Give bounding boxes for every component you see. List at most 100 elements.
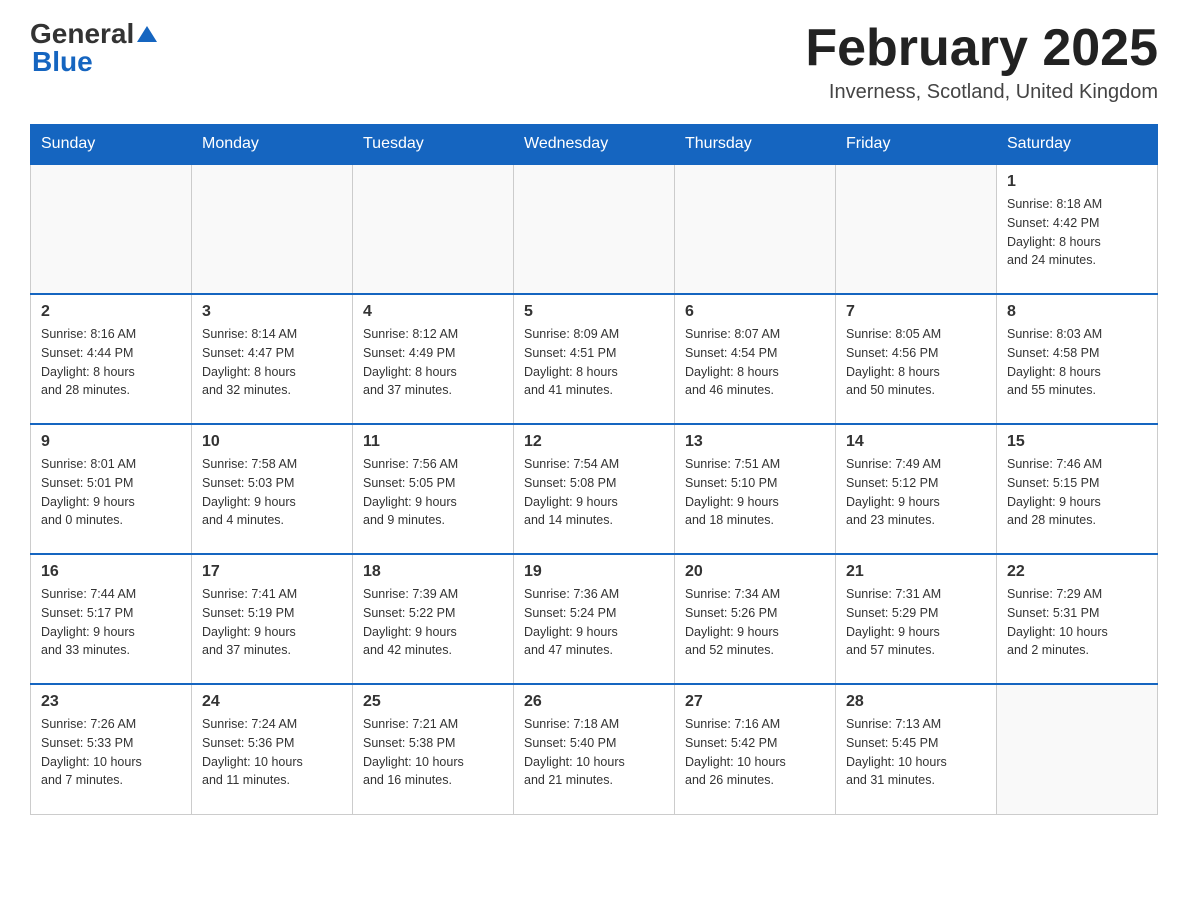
day-number: 27 [685,693,825,711]
calendar-cell: 9Sunrise: 8:01 AMSunset: 5:01 PMDaylight… [31,424,192,554]
calendar-cell [353,164,514,294]
day-number: 17 [202,563,342,581]
calendar-cell: 11 Sunrise: 7:56 AMSunset: 5:05 PMDayligh… [353,424,514,554]
calendar-week-row: 1Sunrise: 8:18 AMSunset: 4:42 PMDaylight… [31,164,1158,294]
day-info: Sunrise: 7:13 AMSunset: 5:45 PMDaylight:… [846,715,986,790]
day-info: Sunrise: 7:39 AMSunset: 5:22 PMDaylight:… [363,585,503,660]
day-number: 13 [685,433,825,451]
calendar-cell: 8Sunrise: 8:03 AMSunset: 4:58 PMDaylight… [997,294,1158,424]
day-number: 12 [524,433,664,451]
calendar-table: SundayMondayTuesdayWednesdayThursdayFrid… [30,124,1158,815]
calendar-cell: 18 Sunrise: 7:39 AMSunset: 5:22 PMDayligh… [353,554,514,684]
weekday-header-thursday: Thursday [675,125,836,165]
day-info: Sunrise: 7:29 AMSunset: 5:31 PMDaylight:… [1007,585,1147,660]
calendar-week-row: 9Sunrise: 8:01 AMSunset: 5:01 PMDaylight… [31,424,1158,554]
day-number: 28 [846,693,986,711]
day-info: Sunrise: 8:14 AMSunset: 4:47 PMDaylight:… [202,325,342,400]
day-number: 22 [1007,563,1147,581]
weekday-header-monday: Monday [192,125,353,165]
day-info: Sunrise: 7:58 AMSunset: 5:03 PMDaylight:… [202,455,342,530]
day-info: Sunrise: 7:49 AMSunset: 5:12 PMDaylight:… [846,455,986,530]
calendar-cell: 26 Sunrise: 7:18 AMSunset: 5:40 PMDayligh… [514,684,675,814]
day-number: 26 [524,693,664,711]
day-number: 14 [846,433,986,451]
day-info: Sunrise: 7:26 AMSunset: 5:33 PMDaylight:… [41,715,181,790]
day-info: Sunrise: 7:18 AMSunset: 5:40 PMDaylight:… [524,715,664,790]
day-number: 23 [41,693,181,711]
day-number: 6 [685,303,825,321]
day-info: Sunrise: 8:01 AMSunset: 5:01 PMDaylight:… [41,455,181,530]
day-info: Sunrise: 7:46 AMSunset: 5:15 PMDaylight:… [1007,455,1147,530]
location-subtitle: Inverness, Scotland, United Kingdom [805,81,1158,104]
day-number: 21 [846,563,986,581]
weekday-header-row: SundayMondayTuesdayWednesdayThursdayFrid… [31,125,1158,165]
day-number: 7 [846,303,986,321]
day-number: 15 [1007,433,1147,451]
calendar-cell: 7 Sunrise: 8:05 AMSunset: 4:56 PMDaylight… [836,294,997,424]
header: General Blue February 2025 Inverness, Sc… [30,20,1158,104]
day-info: Sunrise: 7:51 AMSunset: 5:10 PMDaylight:… [685,455,825,530]
calendar-cell [31,164,192,294]
calendar-cell [192,164,353,294]
calendar-cell: 19 Sunrise: 7:36 AMSunset: 5:24 PMDayligh… [514,554,675,684]
calendar-week-row: 23 Sunrise: 7:26 AMSunset: 5:33 PMDayligh… [31,684,1158,814]
day-number: 24 [202,693,342,711]
day-info: Sunrise: 8:16 AMSunset: 4:44 PMDaylight:… [41,325,181,400]
day-info: Sunrise: 7:34 AMSunset: 5:26 PMDaylight:… [685,585,825,660]
calendar-cell: 14 Sunrise: 7:49 AMSunset: 5:12 PMDayligh… [836,424,997,554]
calendar-cell: 12 Sunrise: 7:54 AMSunset: 5:08 PMDayligh… [514,424,675,554]
weekday-header-wednesday: Wednesday [514,125,675,165]
logo-triangle-icon [137,26,157,42]
day-number: 8 [1007,303,1147,321]
day-number: 10 [202,433,342,451]
calendar-cell: 27 Sunrise: 7:16 AMSunset: 5:42 PMDayligh… [675,684,836,814]
weekday-header-saturday: Saturday [997,125,1158,165]
weekday-header-friday: Friday [836,125,997,165]
calendar-cell: 20 Sunrise: 7:34 AMSunset: 5:26 PMDayligh… [675,554,836,684]
calendar-cell: 25Sunrise: 7:21 AMSunset: 5:38 PMDayligh… [353,684,514,814]
day-number: 1 [1007,173,1147,191]
month-title: February 2025 [805,20,1158,77]
day-info: Sunrise: 7:41 AMSunset: 5:19 PMDaylight:… [202,585,342,660]
day-info: Sunrise: 7:31 AMSunset: 5:29 PMDaylight:… [846,585,986,660]
calendar-cell: 23 Sunrise: 7:26 AMSunset: 5:33 PMDayligh… [31,684,192,814]
calendar-cell: 15 Sunrise: 7:46 AMSunset: 5:15 PMDayligh… [997,424,1158,554]
day-number: 4 [363,303,503,321]
calendar-cell [997,684,1158,814]
logo: General Blue [30,20,157,76]
calendar-cell [514,164,675,294]
calendar-cell: 1Sunrise: 8:18 AMSunset: 4:42 PMDaylight… [997,164,1158,294]
calendar-week-row: 2Sunrise: 8:16 AMSunset: 4:44 PMDaylight… [31,294,1158,424]
day-info: Sunrise: 7:16 AMSunset: 5:42 PMDaylight:… [685,715,825,790]
calendar-week-row: 16Sunrise: 7:44 AMSunset: 5:17 PMDayligh… [31,554,1158,684]
logo-general-text: General [30,20,134,48]
day-number: 25 [363,693,503,711]
calendar-cell: 22 Sunrise: 7:29 AMSunset: 5:31 PMDayligh… [997,554,1158,684]
day-number: 19 [524,563,664,581]
calendar-cell: 2Sunrise: 8:16 AMSunset: 4:44 PMDaylight… [31,294,192,424]
logo-blue-text: Blue [32,48,93,76]
calendar-cell: 24 Sunrise: 7:24 AMSunset: 5:36 PMDayligh… [192,684,353,814]
day-info: Sunrise: 7:24 AMSunset: 5:36 PMDaylight:… [202,715,342,790]
day-info: Sunrise: 7:56 AMSunset: 5:05 PMDaylight:… [363,455,503,530]
day-info: Sunrise: 8:07 AMSunset: 4:54 PMDaylight:… [685,325,825,400]
calendar-cell [675,164,836,294]
day-number: 3 [202,303,342,321]
day-info: Sunrise: 8:05 AMSunset: 4:56 PMDaylight:… [846,325,986,400]
calendar-cell [836,164,997,294]
title-area: February 2025 Inverness, Scotland, Unite… [805,20,1158,104]
day-number: 18 [363,563,503,581]
day-info: Sunrise: 7:36 AMSunset: 5:24 PMDaylight:… [524,585,664,660]
day-number: 20 [685,563,825,581]
calendar-cell: 5Sunrise: 8:09 AMSunset: 4:51 PMDaylight… [514,294,675,424]
day-info: Sunrise: 7:54 AMSunset: 5:08 PMDaylight:… [524,455,664,530]
calendar-cell: 3 Sunrise: 8:14 AMSunset: 4:47 PMDaylight… [192,294,353,424]
calendar-cell: 4 Sunrise: 8:12 AMSunset: 4:49 PMDaylight… [353,294,514,424]
calendar-cell: 21 Sunrise: 7:31 AMSunset: 5:29 PMDayligh… [836,554,997,684]
calendar-cell: 6 Sunrise: 8:07 AMSunset: 4:54 PMDaylight… [675,294,836,424]
calendar-cell: 17 Sunrise: 7:41 AMSunset: 5:19 PMDayligh… [192,554,353,684]
calendar-cell: 16Sunrise: 7:44 AMSunset: 5:17 PMDayligh… [31,554,192,684]
calendar-cell: 28 Sunrise: 7:13 AMSunset: 5:45 PMDayligh… [836,684,997,814]
day-number: 11 [363,433,503,451]
day-info: Sunrise: 8:12 AMSunset: 4:49 PMDaylight:… [363,325,503,400]
